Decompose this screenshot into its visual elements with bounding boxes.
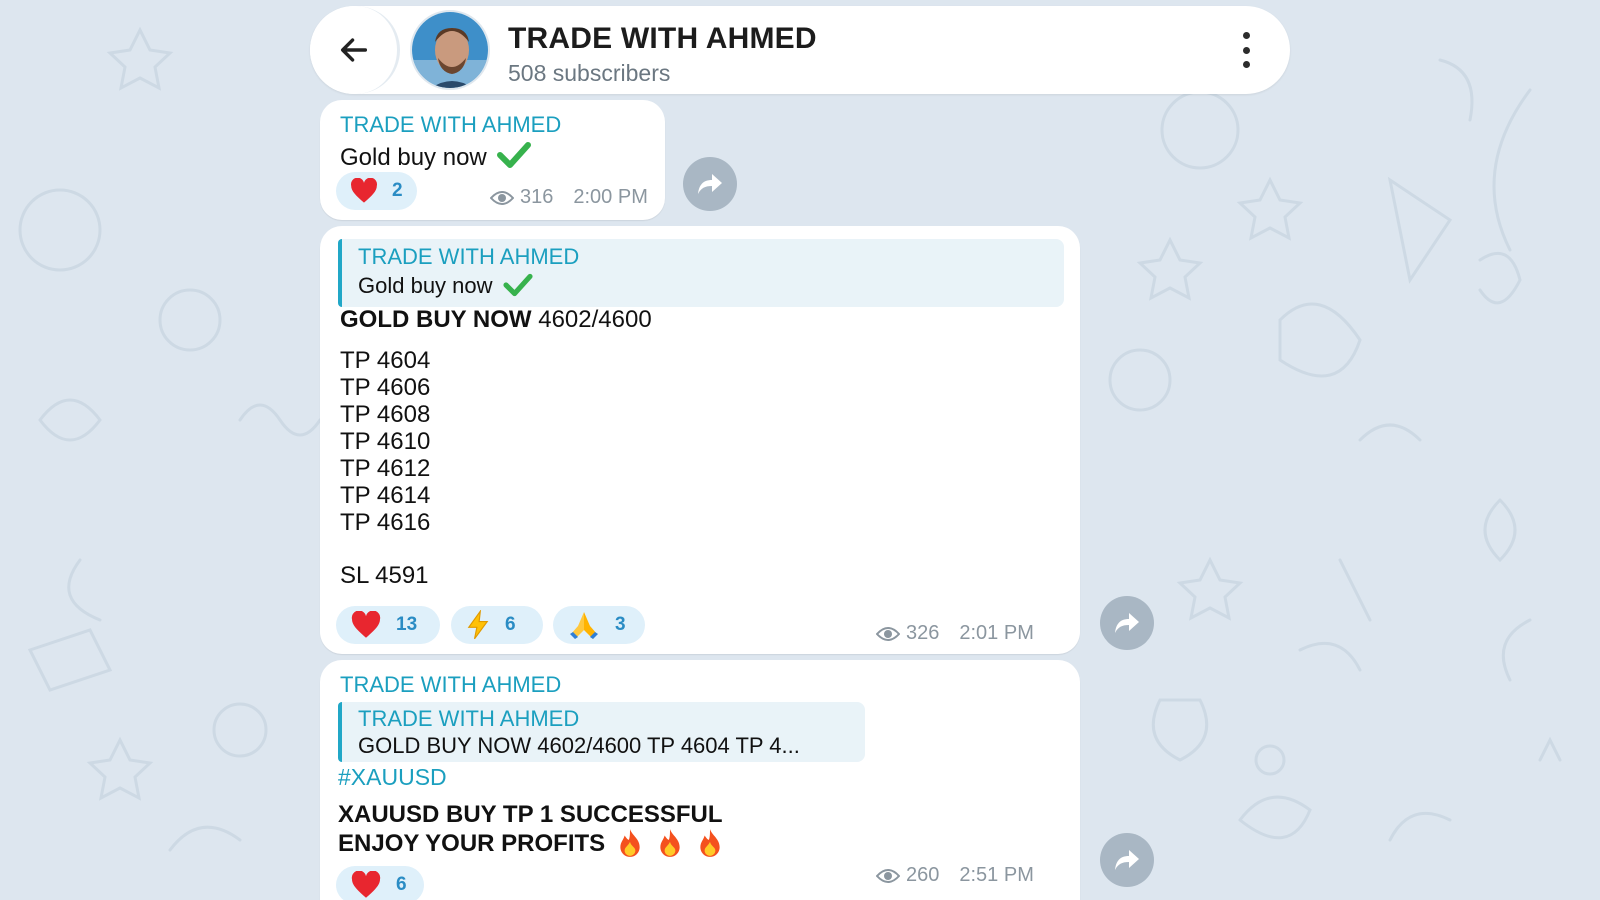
message-line: ENJOY YOUR PROFITS [338, 828, 725, 858]
share-arrow-icon [1115, 850, 1139, 870]
fire-icon [660, 829, 680, 857]
reaction-lightning[interactable]: 6 [451, 606, 543, 644]
stop-loss-line: SL 4591 [340, 562, 429, 589]
reaction-count: 6 [396, 874, 407, 895]
eye-icon [876, 626, 900, 641]
reaction-heart[interactable]: 13 [336, 606, 440, 644]
message-bubble[interactable]: TRADE WITH AHMED TRADE WITH AHMED GOLD B… [320, 660, 1080, 900]
more-menu-button[interactable] [1238, 32, 1254, 68]
share-arrow-icon [698, 174, 722, 194]
praying-hands-icon [570, 612, 598, 639]
eye-icon [876, 868, 900, 883]
heart-icon [351, 871, 381, 898]
hashtag-link[interactable]: #XAUUSD [338, 764, 447, 791]
arrow-left-icon [340, 38, 367, 62]
message-time: 2:51 PM [959, 864, 1034, 886]
quote-text: Gold buy now [358, 273, 533, 299]
message-time: 2:01 PM [959, 622, 1034, 644]
take-profit-list: TP 4604 TP 4606 TP 4608 TP 4610 TP 4612 … [340, 347, 430, 536]
view-count: 326 [906, 622, 940, 644]
more-vertical-icon [1242, 32, 1250, 39]
message-author[interactable]: TRADE WITH AHMED [340, 112, 561, 138]
view-count: 260 [906, 864, 940, 886]
subscriber-count: 508 subscribers [508, 60, 671, 86]
back-button[interactable] [310, 6, 400, 94]
tp-line: TP 4610 [340, 428, 431, 455]
lightning-icon [467, 610, 489, 640]
tp-line: TP 4604 [340, 347, 431, 374]
tp-line: TP 4612 [340, 455, 431, 482]
reaction-count: 13 [396, 614, 418, 635]
message-meta: 316 2:00 PM [490, 186, 648, 209]
fire-icon [700, 829, 720, 857]
reaction-heart[interactable]: 6 [336, 866, 424, 900]
channel-title[interactable]: TRADE WITH AHMED [508, 22, 817, 56]
tp-line: TP 4608 [340, 401, 431, 428]
share-button[interactable] [683, 157, 737, 211]
reaction-heart[interactable]: 2 [336, 172, 417, 210]
quote-text: GOLD BUY NOW 4602/4600 TP 4604 TP 4... [358, 733, 800, 758]
channel-avatar[interactable] [410, 10, 490, 90]
heart-icon [351, 178, 377, 203]
fire-icon [620, 829, 640, 857]
message-line: XAUUSD BUY TP 1 SUCCESSFUL [338, 801, 723, 828]
message-bubble[interactable]: TRADE WITH AHMED Gold buy now 2 316 2:00… [320, 100, 665, 220]
message-meta: 326 2:01 PM [876, 622, 1034, 645]
message-bubble[interactable]: TRADE WITH AHMED Gold buy now GOLD BUY N… [320, 226, 1080, 654]
tp-line: TP 4616 [340, 509, 431, 536]
eye-icon [490, 190, 514, 205]
quote-author: TRADE WITH AHMED [358, 706, 580, 731]
message-meta: 260 2:51 PM [876, 864, 1034, 887]
share-arrow-icon [1115, 613, 1139, 633]
quote-author: TRADE WITH AHMED [358, 244, 580, 269]
signal-heading: GOLD BUY NOW 4602/4600 [340, 306, 652, 333]
tp-line: TP 4606 [340, 374, 431, 401]
channel-header: TRADE WITH AHMED 508 subscribers [310, 6, 1290, 94]
quoted-message[interactable]: TRADE WITH AHMED Gold buy now [338, 239, 1064, 307]
reaction-count: 2 [392, 180, 403, 201]
share-button[interactable] [1100, 596, 1154, 650]
tp-line: TP 4614 [340, 482, 431, 509]
reaction-count: 6 [505, 614, 516, 635]
check-mark-icon [497, 142, 532, 168]
message-time: 2:00 PM [573, 186, 648, 208]
quoted-message[interactable]: TRADE WITH AHMED GOLD BUY NOW 4602/4600 … [338, 702, 865, 762]
check-mark-icon [503, 273, 533, 297]
reaction-pray[interactable]: 3 [553, 606, 645, 644]
reaction-count: 3 [615, 614, 626, 635]
view-count: 316 [520, 186, 554, 208]
message-author[interactable]: TRADE WITH AHMED [340, 672, 561, 698]
share-button[interactable] [1100, 833, 1154, 887]
message-text: Gold buy now [340, 141, 532, 172]
heart-icon [351, 611, 381, 638]
